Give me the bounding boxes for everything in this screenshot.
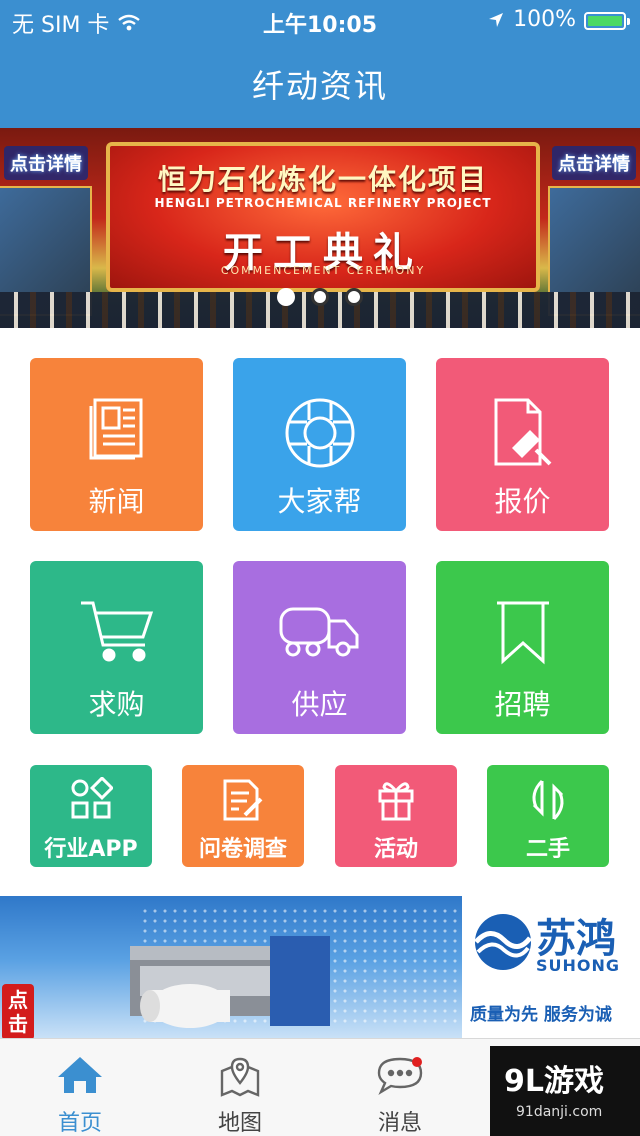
page-title: 纤动资讯 xyxy=(251,67,388,105)
tile-label: 活动 xyxy=(373,837,418,862)
tile-purchase[interactable]: 求购 xyxy=(30,561,203,734)
banner-headline: 恒力石化炼化一体化项目 xyxy=(157,163,488,196)
tile-label: 问卷调查 xyxy=(198,837,287,862)
message-badge-dot xyxy=(412,1057,422,1067)
survey-icon xyxy=(223,779,263,821)
lifebuoy-icon xyxy=(285,398,354,468)
quote-document-icon xyxy=(494,398,551,466)
tile-label: 求购 xyxy=(88,688,145,721)
tile-quote[interactable]: 报价 xyxy=(436,358,609,531)
tab-messages[interactable]: 消息 xyxy=(320,1039,480,1136)
carousel-page-dots xyxy=(0,288,640,306)
newspaper-icon xyxy=(89,398,142,460)
map-icon xyxy=(220,1057,260,1097)
tile-label: 行业APP xyxy=(44,837,138,862)
battery-percent: 100% xyxy=(513,7,576,32)
tile-activity[interactable]: 活动 xyxy=(335,765,457,867)
tile-label: 新闻 xyxy=(88,485,145,518)
tile-industry-app[interactable]: 行业APP xyxy=(30,765,152,867)
tile-second-hand[interactable]: 二手 xyxy=(487,765,609,867)
carousel-dot[interactable] xyxy=(277,288,295,306)
banner-carousel[interactable]: 点击详情 点击详情 恒力石化炼化一体化项目 HENGLI PETROCHEMIC… xyxy=(0,128,640,328)
status-bar: 无 SIM 卡 上午10:05 100% xyxy=(0,0,640,40)
tile-label: 大家帮 xyxy=(277,485,362,518)
nav-bar: 纤动资讯 xyxy=(0,40,640,128)
banner-headline-en: HENGLI PETROCHEMICAL REFINERY PROJECT xyxy=(154,196,492,210)
site-watermark: 9L游戏 91danji.com xyxy=(490,1046,640,1136)
tile-survey[interactable]: 问卷调查 xyxy=(182,765,304,867)
suhong-logo-icon xyxy=(474,914,532,970)
apps-icon xyxy=(71,777,113,819)
watermark-brand: 9L游戏 xyxy=(504,1064,604,1099)
tile-label: 二手 xyxy=(525,837,570,862)
tile-recruit[interactable]: 招聘 xyxy=(436,561,609,734)
shopping-cart-icon xyxy=(80,601,153,662)
textile-machine-image xyxy=(130,936,330,1028)
ad-image-area: 点击 xyxy=(0,896,462,1038)
status-right: 100% xyxy=(487,7,630,32)
home-icon xyxy=(58,1057,102,1093)
tab-label: 首页 xyxy=(57,1111,102,1136)
tile-label: 招聘 xyxy=(494,688,551,721)
tab-home[interactable]: 首页 xyxy=(0,1039,160,1136)
ad-brand-area: 苏鸿 SUHONG 质量为先 服务为诚 xyxy=(462,896,640,1038)
tile-help[interactable]: 大家帮 xyxy=(233,358,406,531)
tab-label: 消息 xyxy=(377,1111,422,1136)
ad-banner[interactable]: 点击 苏鸿 SUHONG 质量为先 服务为诚 xyxy=(0,896,640,1038)
tab-map[interactable]: 地图 xyxy=(160,1039,320,1136)
recycle-arrows-icon xyxy=(532,779,564,821)
ad-brand-en: SUHONG xyxy=(536,956,621,975)
location-arrow-icon xyxy=(489,12,504,27)
tile-label: 报价 xyxy=(494,485,551,518)
tile-news[interactable]: 新闻 xyxy=(30,358,203,531)
battery-icon xyxy=(584,11,630,30)
tile-supply[interactable]: 供应 xyxy=(233,561,406,734)
ad-click-tag[interactable]: 点击 xyxy=(2,984,34,1038)
tile-label: 供应 xyxy=(291,688,348,721)
truck-icon xyxy=(279,607,358,657)
carousel-dot[interactable] xyxy=(345,288,363,306)
carousel-dot[interactable] xyxy=(311,288,329,306)
bookmark-icon xyxy=(496,601,549,665)
tab-label: 地图 xyxy=(217,1111,262,1136)
banner-detail-tag-right[interactable]: 点击详情 xyxy=(552,146,636,180)
watermark-url: 91danji.com xyxy=(516,1104,603,1120)
ad-slogan: 质量为先 服务为诚 xyxy=(470,1005,612,1025)
banner-detail-tag-left[interactable]: 点击详情 xyxy=(4,146,88,180)
gift-icon xyxy=(378,782,414,821)
banner-ceremony-en: COMMENCEMENT CEREMONY xyxy=(220,264,426,277)
